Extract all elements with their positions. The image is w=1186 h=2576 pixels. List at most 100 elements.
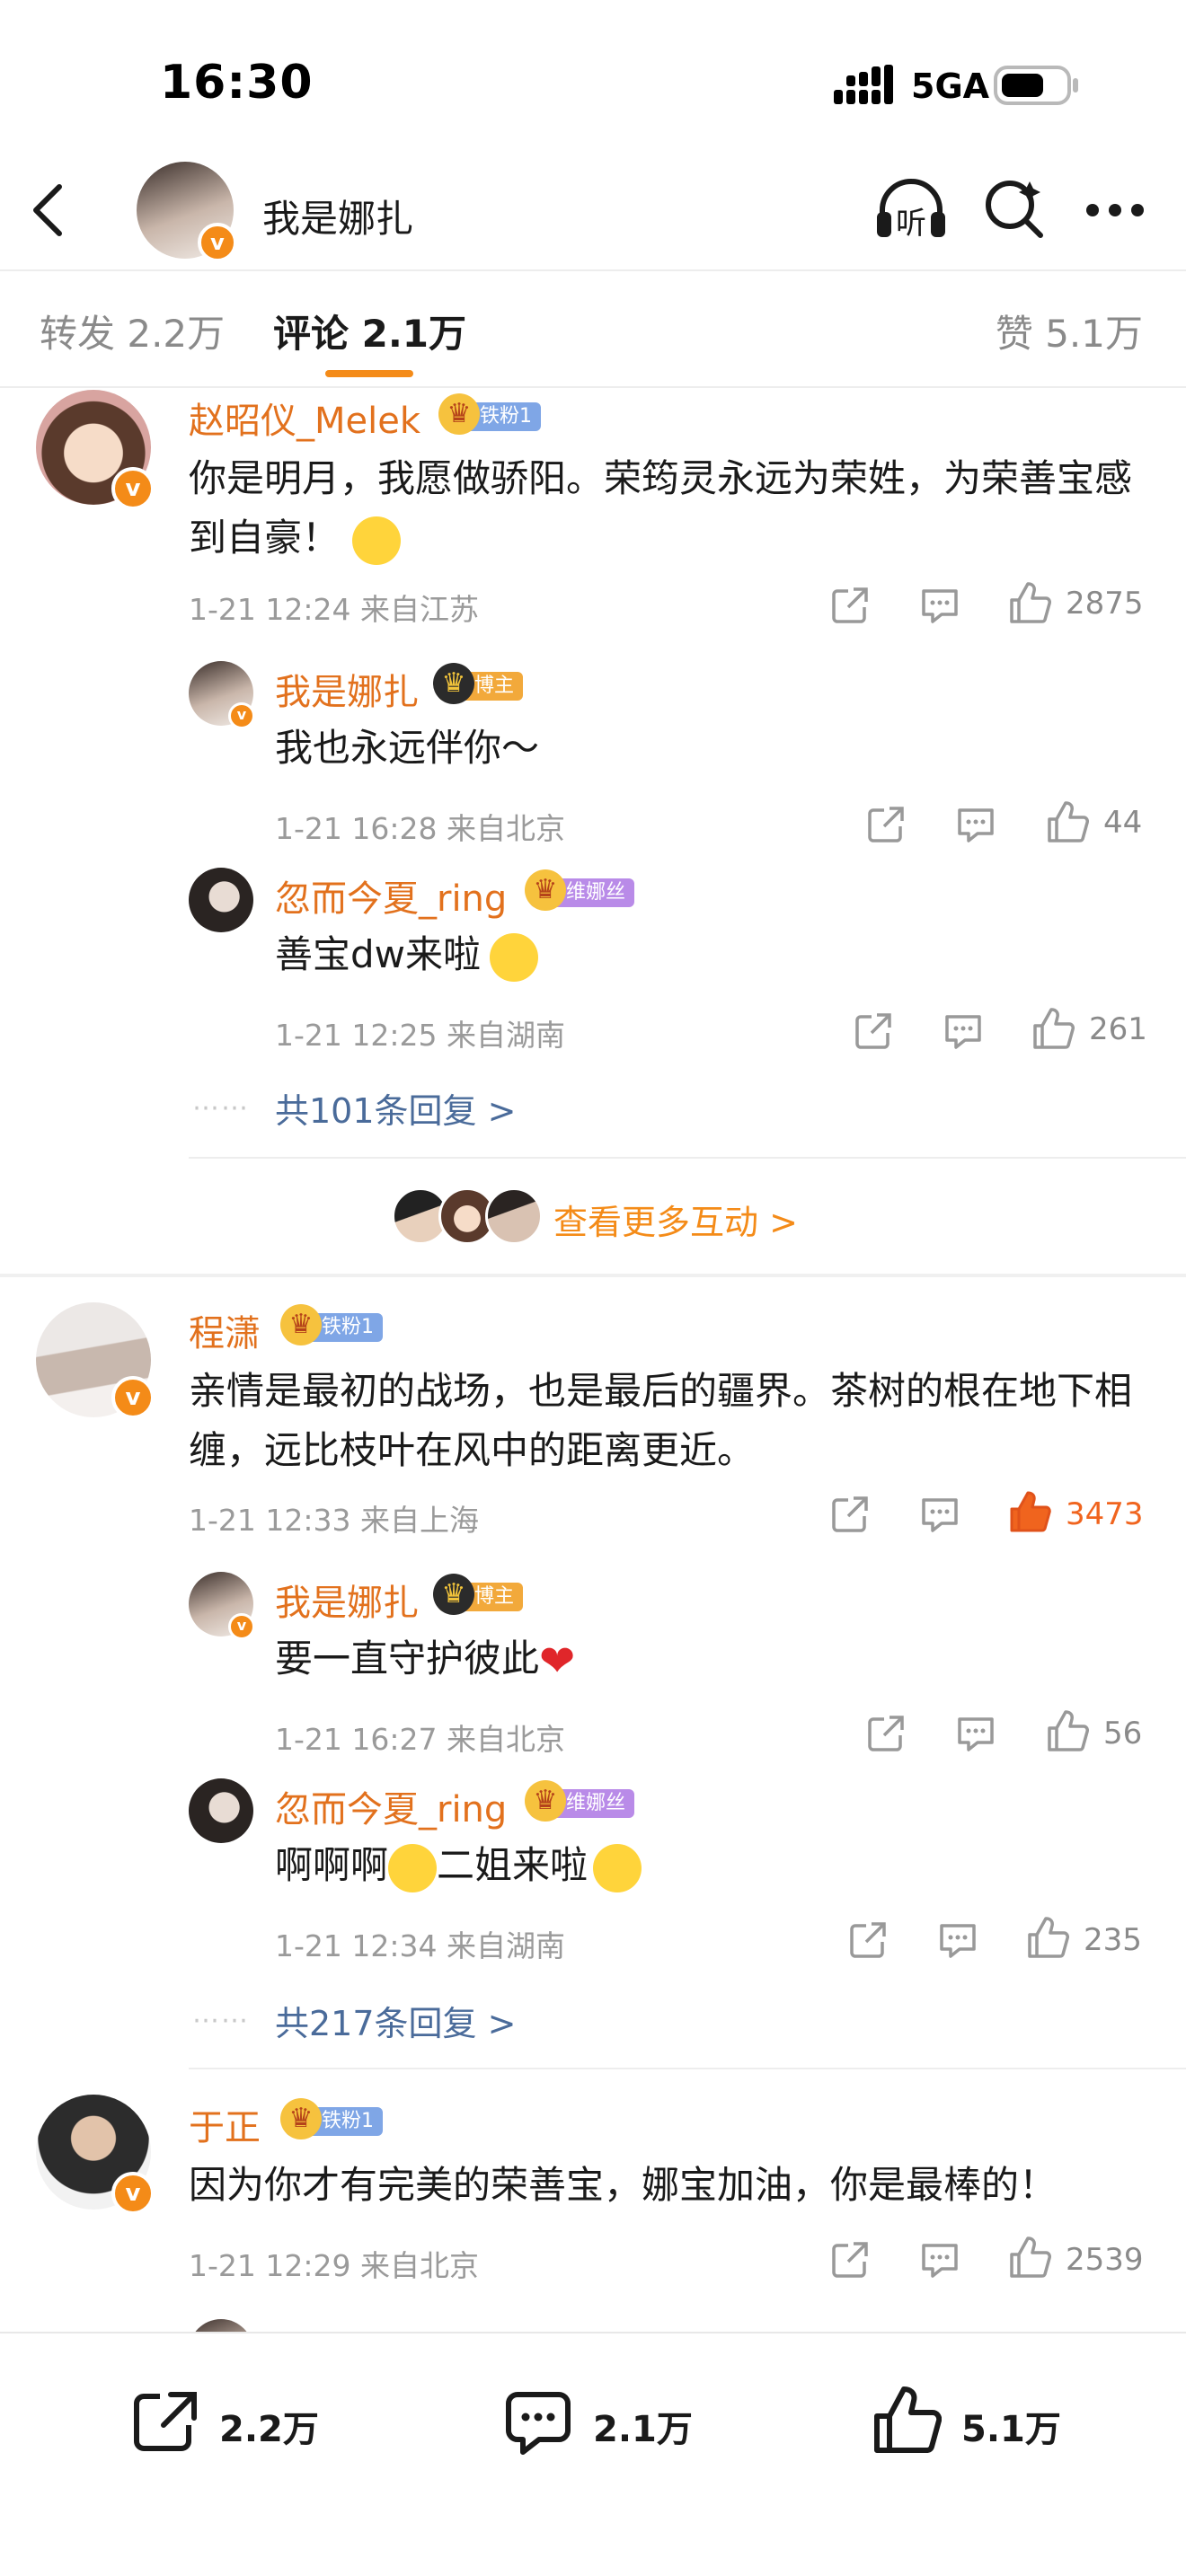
like-button[interactable]: 5.1万: [872, 2382, 1087, 2457]
emoji-icon: [388, 1843, 438, 1892]
like-icon[interactable]: [1046, 1708, 1089, 1753]
like-count: 2875: [1066, 586, 1144, 622]
more-icon[interactable]: [1085, 201, 1145, 219]
reply-avatar[interactable]: [189, 868, 253, 932]
like-icon[interactable]: [1026, 1915, 1069, 1960]
repost-count: 2.2万: [219, 2409, 319, 2450]
blogger-badge: ♛ 博主: [433, 663, 524, 704]
listen-icon[interactable]: 听: [873, 176, 949, 243]
more-replies-link[interactable]: 共101条回复 >: [275, 1083, 516, 1133]
comment-divider: [189, 1157, 1186, 1159]
share-icon[interactable]: [866, 1714, 906, 1753]
tab-repost[interactable]: 转发 2.2万: [40, 304, 225, 358]
comment-meta: 1-21 12:33 来自上海: [189, 1503, 479, 1538]
like-icon[interactable]: [1046, 799, 1089, 844]
status-time: 16:30: [160, 56, 314, 110]
signal-icon: [834, 65, 900, 104]
comment-username[interactable]: 程潇: [189, 1304, 261, 1356]
network-label: 5GA: [911, 66, 990, 106]
reply-meta: 1-21 12:34 来自湖南: [275, 1928, 565, 1963]
share-icon[interactable]: [854, 1011, 893, 1051]
like-icon-active[interactable]: [1008, 1489, 1051, 1534]
comment-icon[interactable]: [956, 1714, 996, 1753]
like-count: 235: [1084, 1922, 1142, 1958]
like-icon[interactable]: [1008, 580, 1051, 625]
comment-username[interactable]: 赵昭仪_Melek: [189, 392, 420, 444]
share-icon: [134, 2392, 197, 2451]
verified-icon: v: [111, 2172, 155, 2215]
search-icon[interactable]: [983, 178, 1046, 241]
share-icon[interactable]: [830, 1495, 870, 1534]
comments-count: 2.1万: [593, 2409, 693, 2450]
tab-comments[interactable]: 评论 2.1万: [273, 304, 466, 358]
like-count: 2539: [1066, 2242, 1144, 2278]
verified-icon: v: [111, 467, 155, 510]
verified-icon: v: [111, 1376, 155, 1419]
fan-badge: ♛ 铁粉1: [280, 2098, 383, 2139]
more-interactions-link[interactable]: 查看更多互动 >: [553, 1195, 798, 1244]
comment-text: 亲情是最初的战场，也是最后的疆界。茶树的根在地下相缠，远比枝叶在风中的距离更近。: [189, 1369, 1133, 1472]
replies-dots: ⋯⋯: [192, 1092, 250, 1124]
verified-icon: v: [198, 223, 237, 262]
fan-badge: ♛ 铁粉1: [438, 393, 541, 435]
reply-text: 善宝dw来啦: [275, 925, 539, 984]
like-count: 261: [1089, 1011, 1147, 1047]
reply-meta: 1-21 12:25 来自湖南: [275, 1018, 565, 1053]
emoji-icon: [352, 516, 402, 565]
comment-divider: [189, 2068, 1186, 2069]
likes-count: 5.1万: [961, 2409, 1061, 2450]
reply-meta: 1-21 16:28 来自北京: [275, 811, 565, 846]
crown-icon: ♛: [433, 1574, 474, 1615]
reply-username[interactable]: 忽而今夏_ring: [275, 869, 507, 922]
tab-active-indicator: [325, 370, 413, 377]
comment-icon[interactable]: [920, 586, 960, 625]
header-divider: [0, 269, 1186, 271]
crown-icon: ♛: [525, 869, 566, 911]
more-replies-link[interactable]: 共217条回复 >: [275, 1996, 516, 2045]
like-icon[interactable]: [1031, 1006, 1075, 1051]
comment-text: 因为你才有完美的荣善宝，娜宝加油，你是最棒的！: [189, 2163, 1058, 2207]
reply-meta: 1-21 16:27 来自北京: [275, 1722, 565, 1757]
reply-text: 要一直守护彼此❤: [275, 1636, 576, 1687]
tab-likes[interactable]: 赞 5.1万: [996, 304, 1143, 358]
comment-icon[interactable]: [943, 1011, 983, 1051]
share-icon[interactable]: [830, 586, 870, 625]
comment-icon[interactable]: [938, 1920, 978, 1960]
battery-icon: [994, 65, 1080, 106]
back-arrow-icon[interactable]: [27, 181, 70, 239]
like-icon[interactable]: [1008, 2235, 1051, 2280]
fan-badge: ♛ 铁粉1: [280, 1304, 383, 1345]
repost-button[interactable]: 2.2万: [131, 2386, 347, 2457]
comment-icon[interactable]: [920, 2240, 960, 2280]
reply-username[interactable]: 忽而今夏_ring: [275, 1780, 507, 1832]
share-icon[interactable]: [848, 1920, 888, 1960]
share-icon[interactable]: [830, 2240, 870, 2280]
reply-text: 我也永远伴你～: [275, 726, 540, 770]
svg-text:听: 听: [896, 206, 926, 242]
crown-icon: ♛: [433, 663, 474, 704]
like-count: 3473: [1066, 1496, 1144, 1532]
reply-username[interactable]: 我是娜扎: [275, 663, 419, 715]
crown-icon: ♛: [280, 2098, 322, 2139]
interaction-avatar: [485, 1187, 543, 1245]
header-title[interactable]: 我是娜扎: [262, 189, 413, 243]
crown-icon: ♛: [438, 393, 480, 435]
reply-username[interactable]: 我是娜扎: [275, 1574, 419, 1626]
like-icon: [874, 2386, 942, 2453]
verified-icon: v: [228, 702, 255, 729]
comment-icon[interactable]: [956, 805, 996, 844]
comment-meta: 1-21 12:24 来自江苏: [189, 592, 479, 627]
like-count: 44: [1103, 805, 1143, 841]
comment-username[interactable]: 于正: [189, 2098, 261, 2150]
comments-button[interactable]: 2.1万: [503, 2386, 719, 2457]
section-divider: [0, 1274, 1186, 1277]
reply-avatar[interactable]: [189, 1778, 253, 1843]
comment-text: 你是明月，我愿做骄阳。荣筠灵永远为荣姓，为荣善宝感到自豪！: [189, 449, 1150, 568]
crown-icon: ♛: [280, 1304, 322, 1345]
comment-icon[interactable]: [920, 1495, 960, 1534]
share-icon[interactable]: [866, 805, 906, 844]
comment-meta: 1-21 12:29 来自北京: [189, 2248, 479, 2283]
fan-badge: ♛ 维娜丝: [525, 1780, 635, 1822]
reply-text: 啊啊啊 二姐来啦: [275, 1836, 642, 1895]
blogger-badge: ♛ 博主: [433, 1574, 524, 1615]
